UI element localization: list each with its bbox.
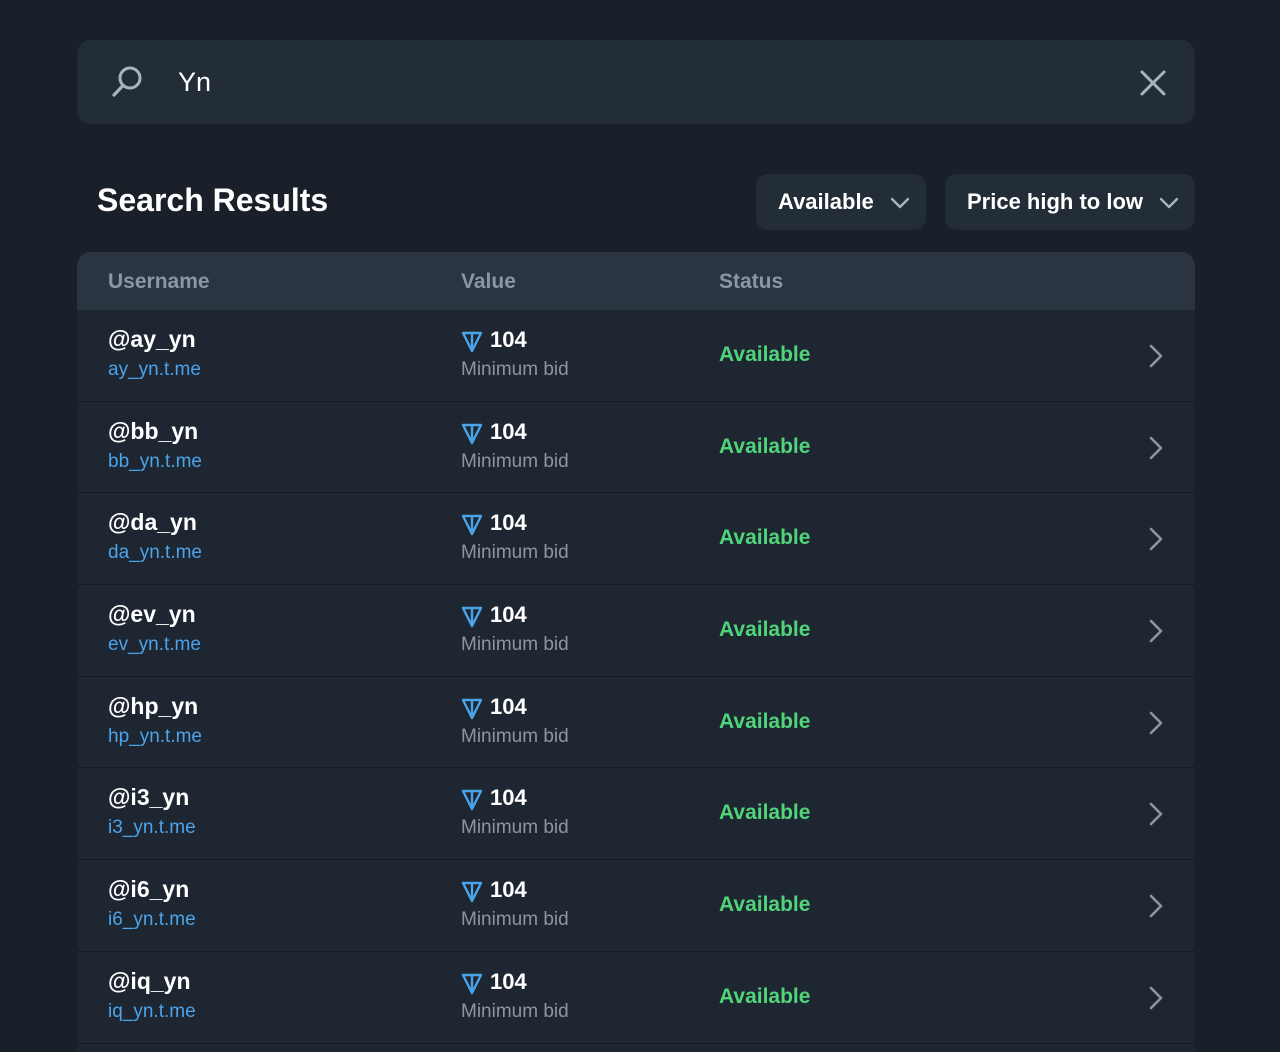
status-badge: Available xyxy=(719,618,811,642)
value-caption: Minimum bid xyxy=(461,634,569,656)
status-badge: Available xyxy=(719,709,811,733)
results-table: Username Value Status @ay_yn ay_yn.t.me … xyxy=(77,252,1195,1052)
value-caption: Minimum bid xyxy=(461,542,569,564)
value-amount: 104 xyxy=(490,418,527,444)
ton-icon xyxy=(461,515,483,536)
chevron-right-icon[interactable] xyxy=(1145,526,1167,552)
chevron-right-icon[interactable] xyxy=(1145,710,1167,736)
username-link[interactable]: i6_yn.t.me xyxy=(108,909,196,931)
chevron-right-icon[interactable] xyxy=(1145,343,1167,369)
value-amount: 104 xyxy=(490,968,527,994)
chevron-right-icon[interactable] xyxy=(1145,985,1167,1011)
status-badge: Available xyxy=(719,984,811,1008)
username: @bb_yn xyxy=(108,417,199,444)
ton-icon xyxy=(461,606,483,628)
table-row[interactable]: @bb_yn bb_yn.t.me 104 Minimum bid Availa… xyxy=(77,402,1195,494)
value-amount: 104 xyxy=(490,693,527,719)
ton-icon xyxy=(461,331,483,353)
username-link[interactable]: i3_yn.t.me xyxy=(108,817,196,839)
status-filter-dropdown[interactable]: Available xyxy=(756,174,926,230)
close-icon[interactable] xyxy=(1138,68,1168,98)
value-amount: 104 xyxy=(490,510,527,536)
chevron-down-icon xyxy=(1159,197,1179,209)
username-link[interactable]: bb_yn.t.me xyxy=(108,451,202,473)
column-header-value[interactable]: Value xyxy=(461,270,516,294)
table-row[interactable]: @da_yn da_yn.t.me 104 Minimum bid Availa… xyxy=(77,493,1195,586)
column-header-status[interactable]: Status xyxy=(719,270,783,294)
table-row[interactable]: @i3_yn i3_yn.t.me 104 Minimum bid Availa… xyxy=(77,768,1195,861)
table-header: Username Value Status xyxy=(77,252,1195,310)
value-amount: 104 xyxy=(490,785,527,811)
username: @iq_yn xyxy=(108,967,191,994)
table-row[interactable]: @ay_yn ay_yn.t.me 104 Minimum bid Availa… xyxy=(77,310,1195,402)
ton-icon xyxy=(461,698,483,719)
username-link[interactable]: hp_yn.t.me xyxy=(108,726,202,748)
table-body: @ay_yn ay_yn.t.me 104 Minimum bid Availa… xyxy=(77,310,1195,1044)
username: @ev_yn xyxy=(108,601,196,628)
search-icon xyxy=(112,66,142,97)
username: @i3_yn xyxy=(108,784,190,811)
table-row[interactable]: @iq_yn iq_yn.t.me 104 Minimum bid Availa… xyxy=(77,952,1195,1044)
status-badge: Available xyxy=(719,434,811,458)
value-caption: Minimum bid xyxy=(461,909,569,931)
sort-label: Price high to low xyxy=(967,189,1144,214)
status-filter-label: Available xyxy=(778,189,874,214)
username: @hp_yn xyxy=(108,692,199,719)
chevron-down-icon xyxy=(890,197,910,209)
search-input[interactable] xyxy=(178,60,1078,104)
value-amount: 104 xyxy=(490,602,527,628)
value-caption: Minimum bid xyxy=(461,450,569,472)
ton-icon xyxy=(461,423,483,444)
value-caption: Minimum bid xyxy=(461,817,569,839)
column-header-username[interactable]: Username xyxy=(108,270,210,294)
ton-icon xyxy=(461,790,483,811)
value-amount: 104 xyxy=(490,877,527,903)
username-link[interactable]: iq_yn.t.me xyxy=(108,1001,196,1023)
ton-icon xyxy=(461,973,483,995)
username: @i6_yn xyxy=(108,876,190,903)
status-badge: Available xyxy=(719,801,811,825)
sort-dropdown[interactable]: Price high to low xyxy=(945,174,1195,230)
chevron-right-icon[interactable] xyxy=(1145,801,1167,827)
chevron-right-icon[interactable] xyxy=(1145,435,1167,461)
username-link[interactable]: ay_yn.t.me xyxy=(108,359,201,381)
username: @ay_yn xyxy=(108,326,196,352)
table-row[interactable]: @ev_yn ev_yn.t.me 104 Minimum bid Availa… xyxy=(77,585,1195,677)
value-caption: Minimum bid xyxy=(461,725,569,747)
value-caption: Minimum bid xyxy=(461,1000,569,1022)
status-badge: Available xyxy=(719,343,811,366)
table-row[interactable]: @i6_yn i6_yn.t.me 104 Minimum bid Availa… xyxy=(77,860,1195,952)
chevron-right-icon[interactable] xyxy=(1145,893,1167,919)
value-amount: 104 xyxy=(490,327,527,352)
username-link[interactable]: ev_yn.t.me xyxy=(108,634,201,656)
table-row[interactable]: @hp_yn hp_yn.t.me 104 Minimum bid Availa… xyxy=(77,677,1195,769)
username: @da_yn xyxy=(108,509,197,536)
status-badge: Available xyxy=(719,526,811,550)
username-link[interactable]: da_yn.t.me xyxy=(108,542,202,564)
page-title: Search Results xyxy=(97,182,329,218)
status-badge: Available xyxy=(719,893,811,917)
ton-icon xyxy=(461,881,483,903)
value-caption: Minimum bid xyxy=(461,359,569,380)
chevron-right-icon[interactable] xyxy=(1145,618,1167,644)
